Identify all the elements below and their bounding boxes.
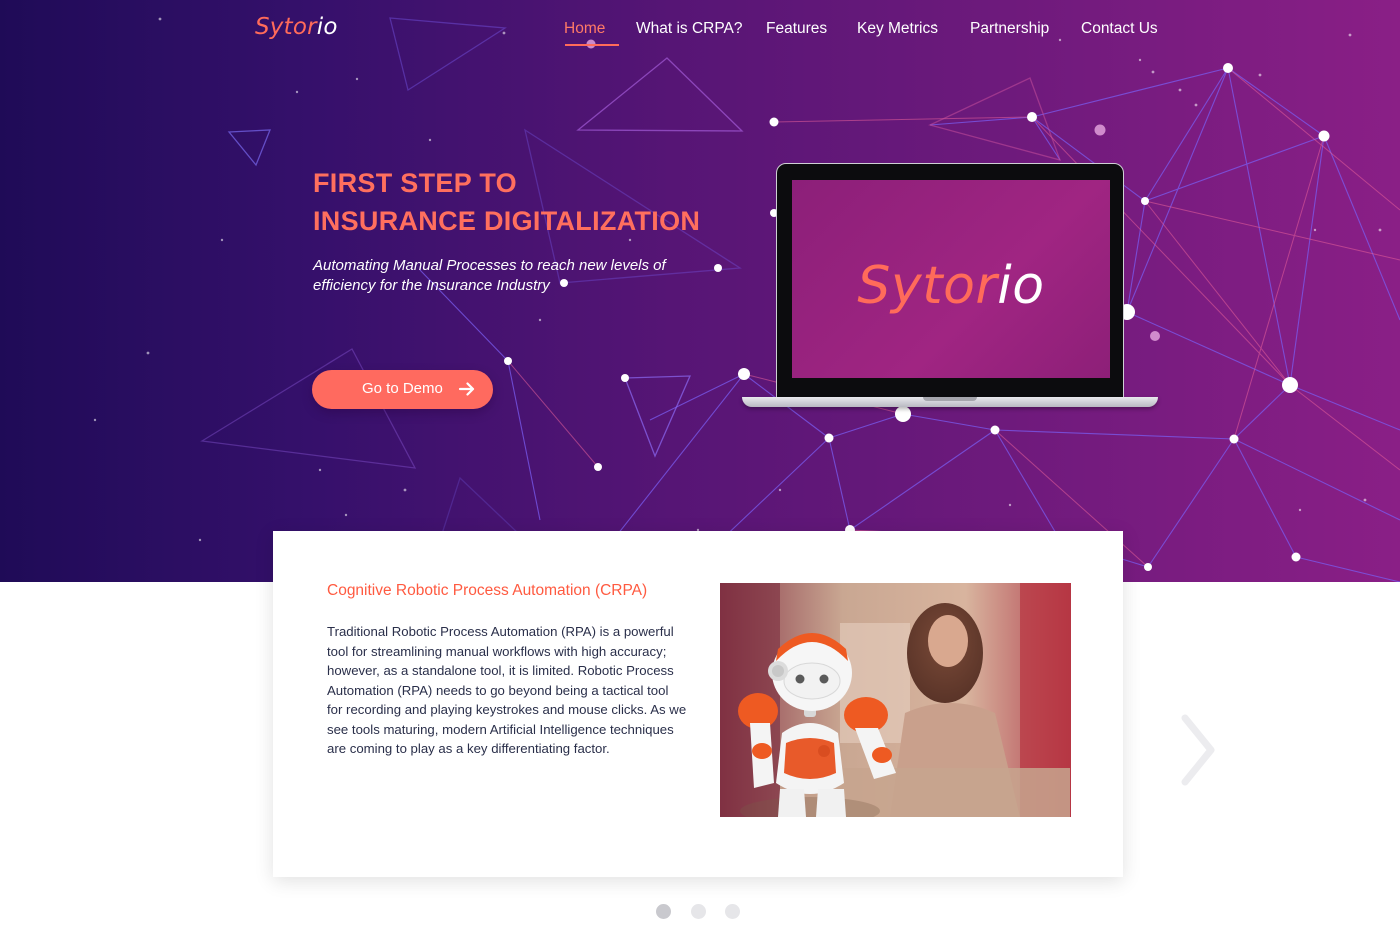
hero-title-line: FIRST STEP TO	[313, 168, 517, 198]
nav-item-features[interactable]: Features	[766, 20, 827, 38]
chevron-right-icon[interactable]	[1175, 712, 1219, 793]
carousel-dot-1[interactable]	[656, 904, 671, 919]
main-nav: Home What is CRPA? Features Key Metrics …	[0, 20, 1400, 50]
hero-subtitle-line: Automating Manual Processes to reach new…	[313, 257, 666, 274]
carousel-dot-3[interactable]	[725, 904, 740, 919]
laptop-mockup: Sytorio	[742, 163, 1158, 411]
nav-item-home[interactable]: Home	[564, 20, 605, 38]
go-to-demo-label: Go to Demo	[362, 380, 443, 397]
slide-body-text: Traditional Robotic Process Automation (…	[327, 624, 687, 756]
hero-section: Sytorio Home What is CRPA? Features Key …	[0, 0, 1400, 582]
carousel-slide-card: Cognitive Robotic Process Automation (CR…	[273, 531, 1123, 877]
laptop-screen-logo: Sytorio	[792, 256, 1110, 316]
hero-title: FIRST STEP TO INSURANCE DIGITALIZATION	[313, 164, 783, 240]
nav-item-what-is-crpa[interactable]: What is CRPA?	[636, 20, 743, 38]
hero-title-line: INSURANCE DIGITALIZATION	[313, 206, 701, 236]
robot-photo	[720, 583, 1071, 817]
hero-subtitle-line: efficiency for the Insurance Industry	[313, 277, 550, 294]
screen-logo-part-white: io	[997, 256, 1045, 316]
go-to-demo-button[interactable]: Go to Demo	[312, 370, 493, 409]
laptop-screen: Sytorio	[792, 180, 1110, 378]
arrow-right-icon	[458, 380, 476, 402]
slide-title: Cognitive Robotic Process Automation (CR…	[327, 582, 648, 599]
nav-item-partnership[interactable]: Partnership	[970, 20, 1049, 38]
screen-logo-part-accent: Sytor	[857, 256, 998, 316]
nav-item-key-metrics[interactable]: Key Metrics	[857, 20, 938, 38]
laptop-bezel: Sytorio	[776, 163, 1124, 399]
laptop-notch	[923, 397, 977, 401]
active-nav-indicator	[565, 44, 619, 46]
hero-subtitle: Automating Manual Processes to reach new…	[313, 256, 713, 296]
nav-item-contact-us[interactable]: Contact Us	[1081, 20, 1158, 38]
carousel-pagination	[656, 904, 746, 920]
carousel-dot-2[interactable]	[691, 904, 706, 919]
